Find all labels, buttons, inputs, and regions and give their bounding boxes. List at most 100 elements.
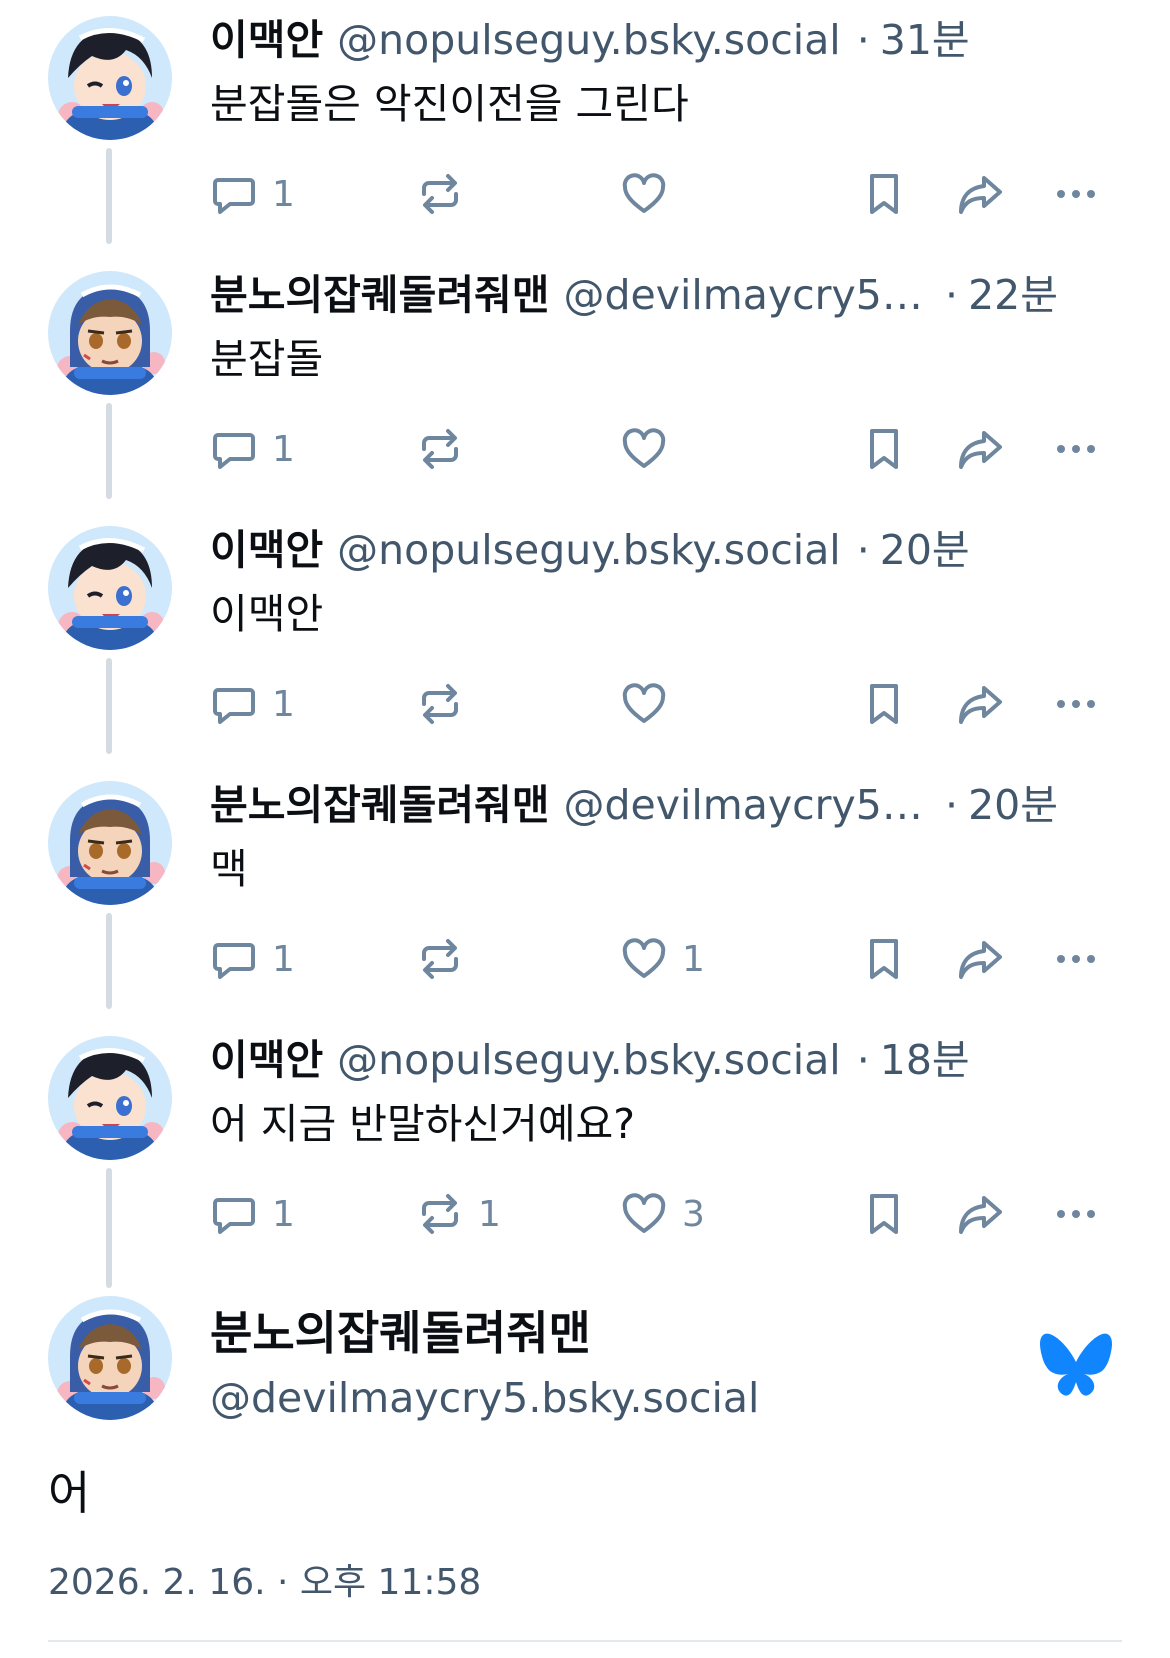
- share-button[interactable]: [956, 1186, 1004, 1242]
- more-options-button[interactable]: [1052, 1186, 1100, 1242]
- thread-post[interactable]: 이맥안 @nopulseguy.bsky.social · 31분 분잡돌은 악…: [0, 0, 1170, 255]
- ellipsis-icon: [1052, 680, 1100, 728]
- author-handle[interactable]: @devilmaycry5.b...: [563, 269, 929, 321]
- post-text: 맥: [210, 845, 248, 893]
- thread-post[interactable]: 이맥안 @nopulseguy.bsky.social · 18분 어 지금 반…: [0, 1020, 1170, 1275]
- repost-button[interactable]: 1: [416, 1186, 501, 1242]
- thread-line: [106, 1244, 112, 1288]
- speech-bubble-icon: [210, 425, 258, 473]
- separator-dot: ·: [856, 1036, 870, 1084]
- post-text: 어 지금 반말하신거예요?: [210, 1100, 636, 1148]
- share-button[interactable]: [956, 421, 1004, 477]
- bookmark-icon: [860, 170, 908, 218]
- reply-button[interactable]: 1: [210, 931, 295, 987]
- like-button[interactable]: 3: [620, 1186, 705, 1242]
- repost-arrows-icon: [416, 1190, 464, 1238]
- ellipsis-icon: [1052, 1190, 1100, 1238]
- share-button[interactable]: [956, 676, 1004, 732]
- author-name[interactable]: 이맥안: [210, 14, 323, 66]
- post-time[interactable]: 31분: [880, 14, 970, 66]
- repost-arrows-icon: [416, 680, 464, 728]
- like-button[interactable]: [620, 676, 682, 732]
- author-handle[interactable]: @devilmaycry5.bsky.social: [210, 1372, 759, 1424]
- post-timestamp: 2026. 2. 16. · 오후 11:58: [48, 1562, 482, 1603]
- divider: [48, 1640, 1122, 1642]
- thread-line: [106, 148, 112, 244]
- more-options-button[interactable]: [1052, 166, 1100, 222]
- author-handle[interactable]: @devilmaycry5.b...: [563, 779, 929, 831]
- share-arrow-icon: [956, 935, 1004, 983]
- more-options-button[interactable]: [1052, 676, 1100, 732]
- avatar[interactable]: [48, 1036, 172, 1160]
- repost-button[interactable]: [416, 166, 478, 222]
- heart-icon: [620, 935, 668, 983]
- avatar[interactable]: [48, 16, 172, 140]
- share-button[interactable]: [956, 166, 1004, 222]
- repost-arrows-icon: [416, 170, 464, 218]
- author-name[interactable]: 분노의잡퀘돌려줘맨: [210, 269, 549, 321]
- share-arrow-icon: [956, 1190, 1004, 1238]
- reply-count: 1: [272, 173, 295, 215]
- post-header: 분노의잡퀘돌려줘맨 @devilmaycry5.b... · 22분: [210, 269, 1058, 321]
- like-button[interactable]: [620, 421, 682, 477]
- author-name[interactable]: 이맥안: [210, 1034, 323, 1086]
- reply-count: 1: [272, 1193, 295, 1235]
- avatar[interactable]: [48, 271, 172, 395]
- bookmark-button[interactable]: [860, 931, 908, 987]
- author-handle[interactable]: @nopulseguy.bsky.social: [337, 1034, 841, 1086]
- like-count: 1: [682, 938, 705, 980]
- post-time[interactable]: 22분: [968, 269, 1058, 321]
- avatar[interactable]: [48, 1296, 172, 1420]
- reply-button[interactable]: 1: [210, 166, 295, 222]
- bookmark-button[interactable]: [860, 421, 908, 477]
- share-arrow-icon: [956, 425, 1004, 473]
- repost-button[interactable]: [416, 676, 478, 732]
- author-handle[interactable]: @nopulseguy.bsky.social: [337, 524, 841, 576]
- bookmark-icon: [860, 425, 908, 473]
- post-time[interactable]: 20분: [880, 524, 970, 576]
- bookmark-button[interactable]: [860, 166, 908, 222]
- bookmark-button[interactable]: [860, 676, 908, 732]
- avatar[interactable]: [48, 781, 172, 905]
- post-text: 분잡돌: [210, 335, 324, 383]
- thread-line: [106, 658, 112, 754]
- thread-post[interactable]: 분노의잡퀘돌려줘맨 @devilmaycry5.b... · 22분 분잡돌 1: [0, 255, 1170, 510]
- post-time[interactable]: 18분: [880, 1034, 970, 1086]
- author-name[interactable]: 이맥안: [210, 524, 323, 576]
- post-actions: 1 1 3: [210, 1186, 1170, 1242]
- author-name[interactable]: 분노의잡퀘돌려줘맨: [210, 779, 549, 831]
- speech-bubble-icon: [210, 1190, 258, 1238]
- post-text: 어: [48, 1466, 91, 1520]
- like-button[interactable]: [620, 166, 682, 222]
- repost-button[interactable]: [416, 931, 478, 987]
- share-button[interactable]: [956, 931, 1004, 987]
- thread: 이맥안 @nopulseguy.bsky.social · 31분 분잡돌은 악…: [0, 0, 1170, 1275]
- post-time[interactable]: 20분: [968, 779, 1058, 831]
- focused-post: 분노의잡퀘돌려줘맨 @devilmaycry5.bsky.social 어 20…: [0, 1244, 1170, 1658]
- thread-post[interactable]: 분노의잡퀘돌려줘맨 @devilmaycry5.b... · 20분 맥 1 1: [0, 765, 1170, 1020]
- ellipsis-icon: [1052, 425, 1100, 473]
- avatar[interactable]: [48, 526, 172, 650]
- separator-dot: ·: [945, 781, 959, 829]
- more-options-button[interactable]: [1052, 931, 1100, 987]
- repost-button[interactable]: [416, 421, 478, 477]
- speech-bubble-icon: [210, 935, 258, 983]
- reply-count: 1: [272, 683, 295, 725]
- like-button[interactable]: 1: [620, 931, 705, 987]
- thread-line: [106, 403, 112, 499]
- more-options-button[interactable]: [1052, 421, 1100, 477]
- reply-button[interactable]: 1: [210, 676, 295, 732]
- author-handle[interactable]: @nopulseguy.bsky.social: [337, 14, 841, 66]
- heart-icon: [620, 680, 668, 728]
- reply-button[interactable]: 1: [210, 421, 295, 477]
- reply-count: 1: [272, 938, 295, 980]
- reply-button[interactable]: 1: [210, 1186, 295, 1242]
- speech-bubble-icon: [210, 170, 258, 218]
- bookmark-icon: [860, 1190, 908, 1238]
- separator-dot: ·: [945, 271, 959, 319]
- author-name[interactable]: 분노의잡퀘돌려줘맨: [210, 1304, 591, 1362]
- heart-icon: [620, 170, 668, 218]
- repost-arrows-icon: [416, 425, 464, 473]
- thread-post[interactable]: 이맥안 @nopulseguy.bsky.social · 20분 이맥안 1: [0, 510, 1170, 765]
- bookmark-button[interactable]: [860, 1186, 908, 1242]
